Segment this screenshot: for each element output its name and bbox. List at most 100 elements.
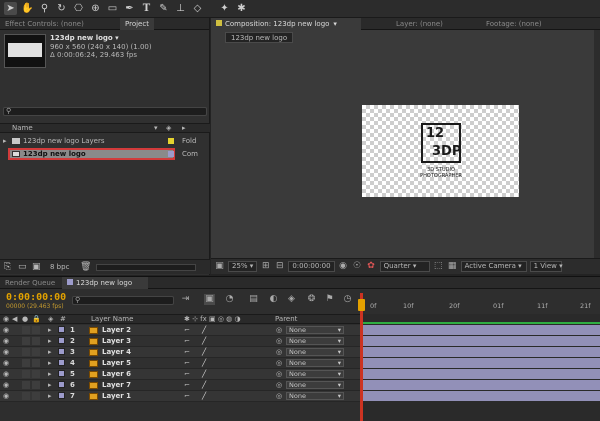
pan-behind-tool-icon[interactable]: ⊕: [89, 2, 102, 15]
label-color-chip[interactable]: [58, 348, 65, 355]
quality-switch-icon[interactable]: ╱: [202, 381, 206, 389]
always-preview-icon[interactable]: ▣: [214, 261, 225, 272]
label-col-icon[interactable]: ◈: [166, 124, 171, 133]
layer-row[interactable]: ◉ ▸ 4 Layer 5 ⌐ ╱ ◎ None ▾: [0, 358, 360, 369]
layer-search-input[interactable]: ⚲: [72, 296, 174, 305]
shy-switch-icon[interactable]: ⌐: [184, 326, 190, 334]
layer-duration-bar[interactable]: [362, 358, 600, 368]
quality-switch-icon[interactable]: ╱: [202, 326, 206, 334]
parent-dropdown[interactable]: None ▾: [286, 348, 344, 356]
type-tool-icon[interactable]: T: [140, 2, 153, 15]
tab-dropdown-icon[interactable]: ▾: [333, 20, 337, 28]
parent-dropdown[interactable]: None ▾: [286, 359, 344, 367]
mask-visibility-icon[interactable]: ⊟: [274, 261, 285, 272]
shy-switch-icon[interactable]: ⌐: [184, 370, 190, 378]
parent-dropdown[interactable]: None ▾: [286, 337, 344, 345]
mask-tool-icon[interactable]: ▭: [106, 2, 119, 15]
label-swatch[interactable]: [168, 151, 174, 157]
layer-duration-bar[interactable]: [362, 380, 600, 390]
layer-row[interactable]: ◉ ▸ 1 Layer 2 ⌐ ╱ ◎ None ▾: [0, 325, 360, 336]
layer-row[interactable]: ◉ ▸ 6 Layer 7 ⌐ ╱ ◎ None ▾: [0, 380, 360, 391]
lock-switch-icon[interactable]: 🔒: [32, 315, 41, 324]
lock-box[interactable]: [32, 359, 40, 367]
label-color-chip[interactable]: [58, 359, 65, 366]
views-dropdown[interactable]: 1 View ▾: [529, 261, 563, 272]
layer-name[interactable]: Layer 1: [102, 392, 131, 400]
number-col-icon[interactable]: #: [60, 315, 66, 324]
label-swatch[interactable]: [168, 138, 174, 144]
composition-viewer[interactable]: 123dp new logo 12 3DP 3D STUDIO PHOTOGRA…: [211, 30, 600, 261]
lock-box[interactable]: [32, 392, 40, 400]
horizontal-scrollbar[interactable]: [96, 264, 196, 271]
transparency-grid-icon[interactable]: ▦: [447, 261, 458, 272]
parent-dropdown[interactable]: None ▾: [286, 326, 344, 334]
layer-name[interactable]: Layer 2: [102, 326, 131, 334]
puppet-tool-icon[interactable]: ✱: [235, 2, 248, 15]
solo-box[interactable]: [22, 381, 30, 389]
solo-box[interactable]: [22, 370, 30, 378]
layer-duration-bar[interactable]: [362, 347, 600, 357]
expand-arrow-icon[interactable]: ▸: [48, 348, 52, 356]
show-snapshot-icon[interactable]: ☉: [352, 261, 363, 272]
project-item-name[interactable]: 123dp new logo ▾: [50, 34, 119, 42]
resolution-dropdown[interactable]: Quarter ▾: [379, 261, 430, 272]
layer-row[interactable]: ◉ ▸ 7 Layer 1 ⌐ ╱ ◎ None ▾: [0, 391, 360, 402]
layer-name-header[interactable]: Layer Name: [91, 315, 133, 324]
bit-depth-label[interactable]: 8 bpc: [50, 263, 69, 271]
tab-footage[interactable]: Footage: (none): [481, 18, 547, 30]
time-ruler[interactable]: [361, 292, 600, 314]
eye-icon[interactable]: ◉: [3, 337, 9, 345]
project-folder-row[interactable]: ▸ 123dp new logo Layers Fold: [0, 135, 210, 147]
camera-dropdown[interactable]: Active Camera ▾: [460, 261, 527, 272]
type-col-icon[interactable]: ▸: [182, 124, 186, 133]
keyframe-icon[interactable]: ◷: [342, 294, 353, 305]
trash-icon[interactable]: 🗑: [80, 262, 91, 272]
eye-icon[interactable]: ◉: [3, 326, 9, 334]
channel-icon[interactable]: ✿: [366, 261, 377, 272]
expand-arrow-icon[interactable]: ▸: [3, 135, 7, 147]
col-name-header[interactable]: Name: [12, 124, 33, 133]
tab-composition[interactable]: Composition: 123dp new logo ▾: [211, 17, 361, 30]
video-switch-icon[interactable]: ◉: [3, 315, 9, 324]
hand-tool-icon[interactable]: ✋: [21, 2, 34, 15]
shy-switch-icon[interactable]: ⌐: [184, 348, 190, 356]
expand-arrow-icon[interactable]: ▸: [48, 337, 52, 345]
lock-box[interactable]: [32, 381, 40, 389]
playhead-line[interactable]: [360, 293, 363, 421]
quality-switch-icon[interactable]: ╱: [202, 348, 206, 356]
timecode-display[interactable]: 0:00:00:00: [6, 292, 66, 303]
quality-switch-icon[interactable]: ╱: [202, 337, 206, 345]
eye-icon[interactable]: ◉: [3, 392, 9, 400]
shy-switch-icon[interactable]: ⌐: [184, 359, 190, 367]
layer-duration-bar[interactable]: [362, 369, 600, 379]
tab-layer[interactable]: Layer: (none): [391, 18, 471, 30]
quality-switch-icon[interactable]: ╱: [202, 359, 206, 367]
pick-whip-icon[interactable]: ◎: [276, 381, 282, 389]
quality-switch-icon[interactable]: ╱: [202, 392, 206, 400]
expand-arrow-icon[interactable]: ▸: [48, 381, 52, 389]
layer-duration-bar[interactable]: [362, 391, 600, 401]
eraser-tool-icon[interactable]: ◇: [191, 2, 204, 15]
label-col-icon[interactable]: ◈: [48, 315, 53, 324]
audio-switch-icon[interactable]: ◀: [12, 315, 17, 324]
live-update-icon[interactable]: ⚑: [324, 294, 335, 305]
lock-box[interactable]: [32, 326, 40, 334]
layer-duration-bar[interactable]: [362, 336, 600, 346]
current-time-field[interactable]: 0:00:00:00: [288, 261, 335, 272]
composition-canvas[interactable]: 12 3DP 3D STUDIO PHOTOGRAPHER: [362, 105, 519, 197]
selection-tool-icon[interactable]: ➤: [4, 2, 17, 15]
parent-dropdown[interactable]: None ▾: [286, 381, 344, 389]
pick-whip-icon[interactable]: ◎: [276, 359, 282, 367]
expand-arrow-icon[interactable]: ▸: [48, 326, 52, 334]
layer-duration-bar[interactable]: [362, 325, 600, 335]
zoom-tool-icon[interactable]: ⚲: [38, 2, 51, 15]
pick-whip-icon[interactable]: ◎: [276, 370, 282, 378]
label-color-chip[interactable]: [58, 370, 65, 377]
brush-tool-icon[interactable]: ✎: [157, 2, 170, 15]
frame-blending-icon[interactable]: ▤: [248, 294, 259, 305]
parent-header[interactable]: Parent: [275, 315, 297, 324]
tab-effect-controls[interactable]: Effect Controls: (none): [0, 18, 120, 30]
pick-whip-icon[interactable]: ◎: [276, 348, 282, 356]
pick-whip-icon[interactable]: ◎: [276, 392, 282, 400]
solo-box[interactable]: [22, 348, 30, 356]
